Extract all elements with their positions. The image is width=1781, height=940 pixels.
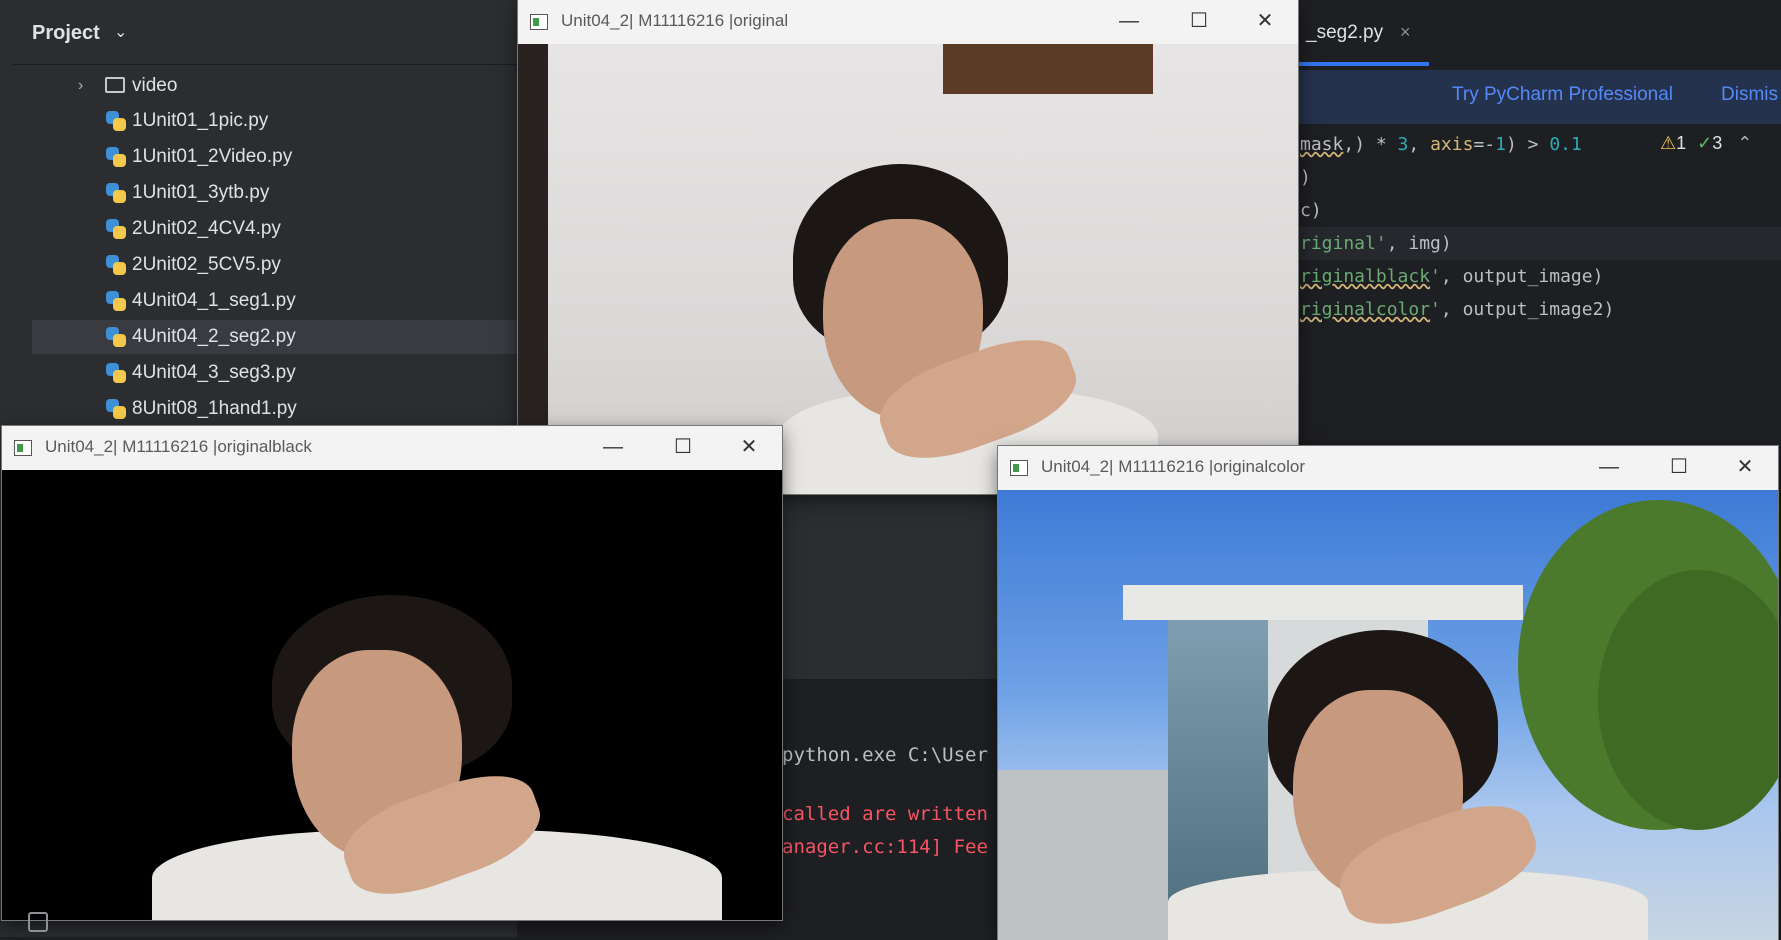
window-title: Unit04_2| M11116216 |original (561, 11, 789, 30)
code-line-current: riginal', img) (1296, 227, 1781, 260)
check-icon: ✓ (1697, 133, 1713, 153)
window-titlebar[interactable]: Unit04_2| M11116216 |original — ☐ ✕ (518, 0, 1298, 44)
code-line: mask,) * 3, axis=-1) > 0.1 (1300, 134, 1582, 155)
promo-banner: Try PyCharm Professional Dismis (1296, 70, 1781, 124)
warning-count: 1 (1676, 133, 1687, 153)
tree-item-folder-video[interactable]: › video (12, 69, 517, 103)
close-icon[interactable]: ✕ (726, 432, 772, 462)
dismiss-link[interactable]: Dismis (1721, 84, 1778, 106)
chevron-up-icon[interactable]: ⌃ (1737, 133, 1752, 153)
python-file-icon (106, 255, 126, 275)
chevron-right-icon[interactable]: › (78, 69, 83, 103)
python-file-icon (106, 363, 126, 383)
minimize-icon[interactable]: — (1106, 6, 1152, 36)
window-titlebar[interactable]: Unit04_2| M11116216 |originalcolor — ☐ ✕ (998, 446, 1778, 490)
tree-item-label: 1Unit01_3ytb.py (132, 182, 270, 203)
tree-item-file[interactable]: 1Unit01_1pic.py (12, 104, 517, 138)
app-icon (530, 14, 548, 30)
window-originalcolor[interactable]: Unit04_2| M11116216 |originalcolor — ☐ ✕ (998, 446, 1778, 940)
active-tab-indicator (1296, 62, 1429, 66)
terminal-header (780, 490, 1000, 623)
terminal-line-error: called are written (782, 803, 988, 825)
editor-tab-label: _seg2.py (1306, 22, 1384, 43)
divider (12, 64, 517, 65)
tree-item-file[interactable]: 1Unit01_3ytb.py (12, 176, 517, 210)
close-icon[interactable]: × (1400, 22, 1411, 43)
python-file-icon (106, 327, 126, 347)
chevron-down-icon[interactable]: ⌄ (114, 22, 127, 42)
minimize-icon[interactable]: — (590, 432, 636, 462)
python-file-icon (106, 111, 126, 131)
tree-item-label: 8Unit08_1hand1.py (132, 398, 297, 419)
python-file-icon (106, 291, 126, 311)
tree-item-label: 4Unit04_1_seg1.py (132, 290, 296, 311)
app-icon (14, 440, 32, 456)
window-original[interactable]: Unit04_2| M11116216 |original — ☐ ✕ (518, 0, 1298, 494)
code-line: c) (1300, 200, 1322, 221)
tree-item-label: 1Unit01_2Video.py (132, 146, 293, 167)
terminal-toolbar (780, 623, 1000, 679)
python-file-icon (106, 183, 126, 203)
window-titlebar[interactable]: Unit04_2| M11116216 |originalblack — ☐ ✕ (2, 426, 782, 470)
maximize-icon[interactable]: ☐ (1176, 6, 1222, 36)
app-icon (1010, 460, 1028, 476)
maximize-icon[interactable]: ☐ (660, 432, 706, 462)
tree-item-label: video (132, 75, 178, 96)
segmented-background-frame (998, 490, 1778, 940)
tree-item-file[interactable]: 4Unit04_3_seg3.py (12, 356, 517, 390)
project-panel-title[interactable]: Project (32, 22, 100, 45)
code-line: riginalblack', output_image) (1300, 266, 1604, 287)
terminal-icon[interactable] (28, 912, 48, 932)
tree-item-file[interactable]: 4Unit04_1_seg1.py (12, 284, 517, 318)
editor-tab[interactable]: _seg2.py × (1296, 0, 1429, 68)
tree-item-file[interactable]: 2Unit02_5CV5.py (12, 248, 517, 282)
python-file-icon (106, 147, 126, 167)
tree-item-label: 2Unit02_4CV4.py (132, 218, 281, 239)
folder-icon (105, 77, 125, 93)
close-icon[interactable]: ✕ (1722, 452, 1768, 482)
maximize-icon[interactable]: ☐ (1656, 452, 1702, 482)
tree-item-label: 4Unit04_2_seg2.py (132, 326, 296, 347)
code-line: riginalcolor', output_image2) (1300, 299, 1615, 320)
python-file-icon (106, 219, 126, 239)
window-title: Unit04_2| M11116216 |originalblack (45, 437, 312, 456)
try-professional-link[interactable]: Try PyCharm Professional (1452, 84, 1673, 106)
editor-tab-bar: _seg2.py × (1296, 0, 1781, 71)
window-originalblack[interactable]: Unit04_2| M11116216 |originalblack — ☐ ✕ (2, 426, 782, 920)
python-file-icon (106, 399, 126, 419)
warning-icon: ⚠ (1660, 133, 1677, 153)
tree-item-file[interactable]: 2Unit02_4CV4.py (12, 212, 517, 246)
window-title: Unit04_2| M11116216 |originalcolor (1041, 457, 1305, 476)
tree-item-label: 2Unit02_5CV5.py (132, 254, 281, 275)
tree-item-file-selected[interactable]: 4Unit04_2_seg2.py (32, 320, 517, 354)
inspection-widget[interactable]: ⚠1 ✓3 ⌃ (1660, 133, 1752, 154)
terminal-line-error: anager.cc:114] Fee (782, 836, 988, 858)
close-icon[interactable]: ✕ (1242, 6, 1288, 36)
code-line: ) (1300, 167, 1311, 188)
tree-item-label: 4Unit04_3_seg3.py (132, 362, 296, 383)
check-count: 3 (1712, 133, 1723, 153)
minimize-icon[interactable]: — (1586, 452, 1632, 482)
tree-item-file[interactable]: 1Unit01_2Video.py (12, 140, 517, 174)
tree-item-file[interactable]: 8Unit08_1hand1.py (12, 392, 517, 426)
segmented-black-frame (2, 470, 782, 920)
terminal-panel: python.exe C:\User called are written an… (780, 490, 1000, 937)
terminal-line: python.exe C:\User (782, 744, 988, 766)
tree-item-label: 1Unit01_1pic.py (132, 110, 269, 131)
